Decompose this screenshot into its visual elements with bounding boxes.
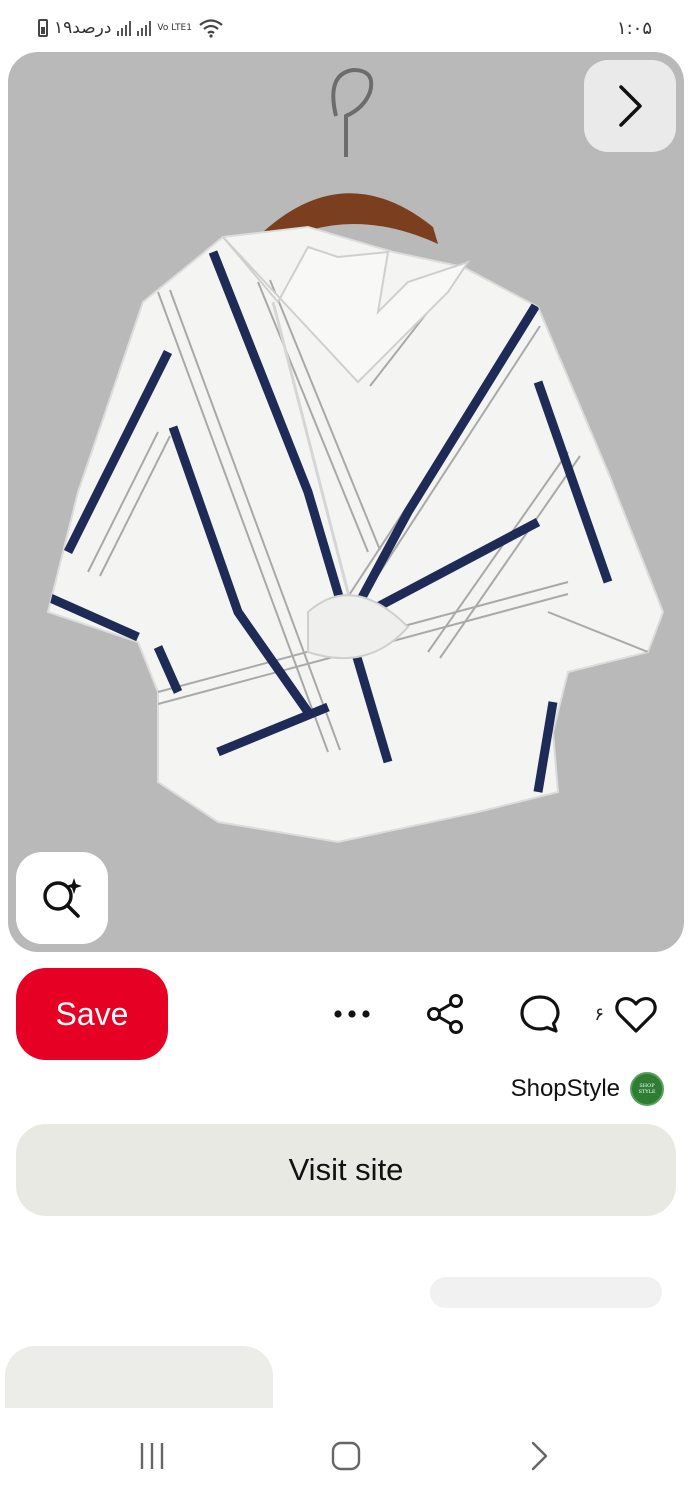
wifi-icon [199, 19, 223, 38]
source-name: ShopStyle [510, 1075, 620, 1102]
share-icon[interactable] [422, 990, 470, 1038]
product-image[interactable] [8, 52, 684, 952]
battery-text: ۱۹درصد [54, 18, 112, 38]
next-image-button[interactable] [584, 60, 676, 152]
comment-icon[interactable] [516, 990, 564, 1038]
back-button[interactable] [518, 1436, 558, 1476]
home-button[interactable] [326, 1436, 366, 1476]
battery-icon [38, 19, 48, 37]
visual-search-button[interactable] [16, 852, 108, 944]
home-icon [331, 1441, 361, 1471]
signal-icon [137, 20, 152, 36]
like-count: ۶ [594, 1003, 604, 1025]
chevron-right-icon [619, 85, 642, 127]
status-bar: ۱۹درصد Vo LTE1 ۱:۰۵ [0, 0, 692, 52]
more-icon[interactable] [328, 990, 376, 1038]
heart-icon[interactable] [612, 990, 660, 1038]
save-button[interactable]: Save [16, 968, 168, 1060]
loading-card-placeholder [5, 1346, 273, 1416]
striped-shirt-image [46, 67, 665, 844]
signal-icon [117, 20, 132, 36]
source-link[interactable]: ShopStyle SHOP STYLE [511, 1072, 664, 1106]
status-time: ۱:۰۵ [616, 18, 652, 39]
source-logo: SHOP STYLE [630, 1072, 664, 1106]
recent-apps-button[interactable] [132, 1436, 172, 1476]
network-label: Vo LTE1 [157, 22, 192, 33]
visual-search-icon [43, 878, 82, 918]
navigation-bar [0, 1408, 692, 1500]
loading-placeholder [430, 1277, 662, 1308]
visit-site-button[interactable]: Visit site [16, 1124, 676, 1216]
action-bar: ۶ [328, 990, 660, 1038]
status-left: ۱۹درصد Vo LTE1 [38, 18, 224, 38]
back-icon [531, 1441, 548, 1471]
recent-apps-icon [140, 1443, 164, 1469]
